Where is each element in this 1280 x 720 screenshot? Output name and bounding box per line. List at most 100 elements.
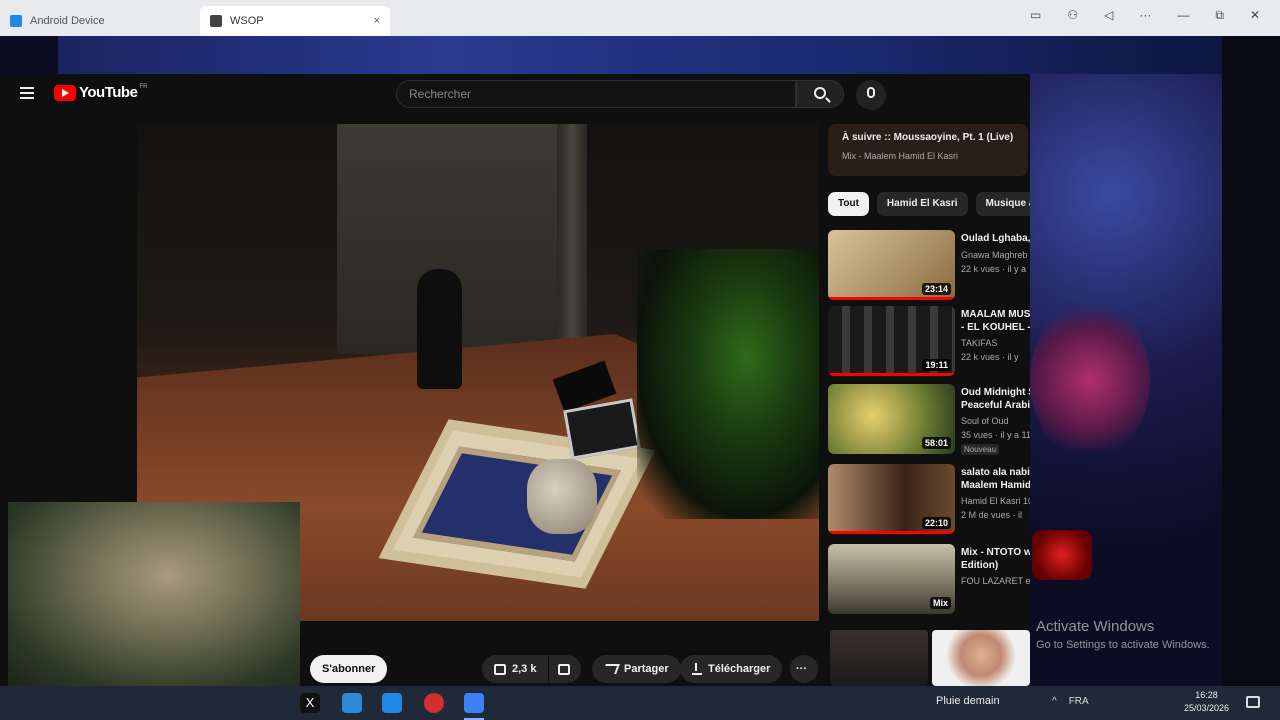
video-thumbnail[interactable]: 19:11	[828, 306, 955, 376]
android-device-icon[interactable]	[382, 693, 402, 713]
app-icon[interactable]	[342, 693, 362, 713]
subscribe-button[interactable]: S'abonner	[310, 655, 388, 683]
watch-progress	[828, 373, 955, 376]
channel-name[interactable]: FOU LAZARET et	[961, 576, 1030, 586]
more-actions-button[interactable]: ···	[790, 655, 818, 683]
duration-badge: 19:11	[922, 359, 951, 371]
video-title[interactable]: salato ala nabi	[961, 466, 1030, 479]
filter-chips: Tout Hamid El Kasri Musique af	[828, 192, 1030, 218]
video-title[interactable]: Mix - NTOTO w	[961, 546, 1030, 559]
minimize-button[interactable]: —	[1177, 8, 1189, 23]
download-icon	[692, 663, 702, 676]
youtube-logo[interactable]: YouTube FR	[54, 84, 147, 101]
thumbs-up-icon	[494, 663, 506, 675]
recommendation-item[interactable]: 19:11 MAALAM MUS - EL KOUHEL - TAKIFAS 2…	[828, 306, 1030, 378]
video-title-line2[interactable]: - EL KOUHEL -	[961, 321, 1030, 334]
search-input[interactable]: Rechercher	[396, 80, 796, 108]
channel-name[interactable]: Hamid El Kasri 10	[961, 496, 1030, 506]
preview-thumbnail[interactable]	[830, 630, 928, 686]
video-drum	[527, 459, 597, 534]
up-next-panel[interactable]: À suivre :: Moussaoyine, Pt. 1 (Live) Mi…	[828, 124, 1028, 176]
up-next-subtitle: Mix - Maalem Hamid El Kasri	[842, 151, 959, 161]
dislike-button[interactable]	[549, 655, 581, 683]
tab-wsop[interactable]: WSOP ×	[200, 6, 390, 36]
channel-name[interactable]: TAKIFAS	[961, 338, 1030, 348]
clock[interactable]: 16:28 25/03/2026	[1184, 689, 1229, 715]
video-meta: 35 vues · il y a 11	[961, 430, 1030, 440]
desktop-edge	[1222, 36, 1280, 686]
new-badge: Nouveau	[961, 444, 1000, 455]
recorder-icon[interactable]	[424, 693, 444, 713]
duration-badge: 58:01	[921, 437, 951, 449]
duration-badge: 22:10	[921, 517, 951, 529]
webcam-overlay	[8, 502, 300, 686]
weather-widget[interactable]: Pluie demain	[936, 695, 1000, 707]
browser-tab-bar: Android Device WSOP × ▭ ⚇ ◁ ··· — ⧉ ✕	[0, 0, 1280, 36]
video-title-line2[interactable]: Maalem Hamid	[961, 479, 1030, 492]
video-thumbnail[interactable]: Mix	[828, 544, 955, 614]
android-device-icon	[10, 15, 22, 27]
tab-android-device[interactable]: Android Device	[0, 6, 200, 36]
wallpaper-red-object	[1032, 530, 1092, 580]
voice-search-button[interactable]	[856, 80, 886, 110]
video-title[interactable]: Oud Midnight S	[961, 386, 1030, 399]
language-indicator[interactable]: FRA	[1069, 696, 1089, 707]
recommendation-item[interactable]: 58:01 Oud Midnight S Peaceful Arabi Soul…	[828, 384, 1030, 456]
chip-all[interactable]: Tout	[828, 192, 869, 216]
video-title[interactable]: Oulad Lghaba,	[961, 232, 1030, 245]
clock-time: 16:28	[1195, 690, 1218, 700]
activate-subtitle: Go to Settings to activate Windows.	[1036, 639, 1210, 651]
mix-badge: Mix	[929, 597, 951, 609]
microphone-icon	[867, 87, 875, 98]
recommendation-item[interactable]: 23:14 Oulad Lghaba, Gnawa Maghreb 22 k v…	[828, 230, 1030, 302]
tab-title: WSOP	[230, 15, 264, 27]
wallpaper-glow	[1030, 300, 1150, 460]
stream-preview-thumbnails	[830, 630, 1030, 686]
chip-music[interactable]: Musique af	[975, 192, 1030, 216]
youtube-header: YouTube FR Rechercher	[0, 74, 1030, 114]
x-app-icon[interactable]: X	[300, 693, 320, 713]
tray-arrow-icon[interactable]: ^	[1052, 696, 1057, 707]
channel-name[interactable]: Gnawa Maghreb	[961, 250, 1030, 260]
video-thumbnail[interactable]: 58:01	[828, 384, 955, 454]
like-count: 2,3 k	[512, 663, 537, 675]
extensions-icon[interactable]: ⚇	[1067, 8, 1078, 23]
close-button[interactable]: ✕	[1250, 8, 1260, 23]
download-label: Télécharger	[708, 663, 771, 675]
duration-badge: 23:14	[921, 283, 951, 295]
restore-button[interactable]: ⧉	[1215, 8, 1224, 23]
more-icon[interactable]: ···	[1139, 8, 1151, 23]
search-button[interactable]	[796, 80, 844, 108]
recommendation-item[interactable]: Mix Mix - NTOTO w Edition) FOU LAZARET e…	[828, 544, 1030, 616]
search-icon	[814, 87, 826, 99]
system-tray: ^ FRA	[1052, 696, 1089, 707]
video-title-line2[interactable]: Edition)	[961, 559, 1030, 572]
thumbs-down-icon	[558, 663, 570, 675]
share-label: Partager	[624, 663, 669, 675]
logo-text: YouTube	[79, 84, 138, 101]
video-title[interactable]: MAALAM MUS	[961, 308, 1030, 321]
video-band	[637, 249, 819, 519]
menu-icon[interactable]	[20, 87, 34, 99]
preview-thumbnail[interactable]	[932, 630, 1030, 686]
channel-name[interactable]: Soul of Oud	[961, 416, 1030, 426]
like-button[interactable]: 2,3 k	[482, 655, 548, 683]
video-thumbnail[interactable]: 23:14	[828, 230, 955, 300]
recommendation-item[interactable]: 22:10 salato ala nabi Maalem Hamid Hamid…	[828, 464, 1030, 536]
chip-hamid-el-kasri[interactable]: Hamid El Kasri	[876, 192, 968, 216]
up-next-title: À suivre :: Moussaoyine, Pt. 1 (Live)	[842, 132, 1014, 143]
video-title-line2[interactable]: Peaceful Arabi	[961, 399, 1030, 412]
video-curtain	[557, 124, 587, 344]
notification-icon[interactable]	[1246, 696, 1260, 708]
window-controls: ▭ ⚇ ◁ ··· — ⧉ ✕	[1030, 8, 1260, 23]
share-button[interactable]: Partager	[592, 655, 681, 683]
browser-icon[interactable]	[464, 693, 484, 713]
back-icon[interactable]: ◁	[1104, 8, 1113, 23]
reader-icon[interactable]: ▭	[1030, 8, 1041, 23]
video-thumbnail[interactable]: 22:10	[828, 464, 955, 534]
video-performer	[417, 269, 462, 389]
download-button[interactable]: Télécharger	[680, 655, 783, 683]
close-icon[interactable]: ×	[374, 15, 380, 27]
logo-region: FR	[139, 84, 148, 90]
wsop-icon	[210, 15, 222, 27]
